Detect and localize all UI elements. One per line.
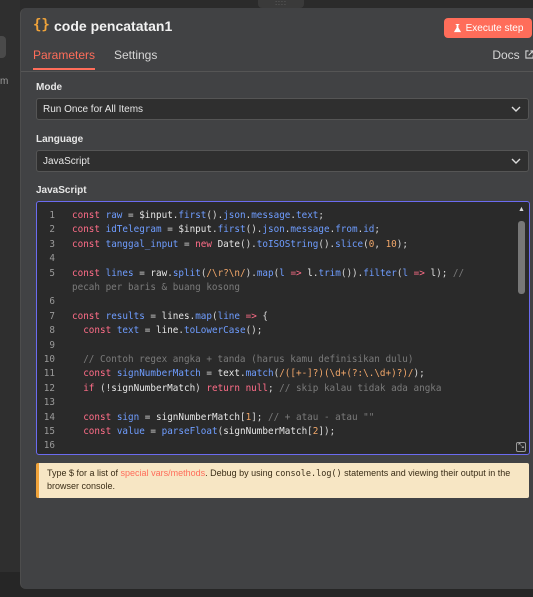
- canvas-text: m: [0, 76, 9, 87]
- code-text: const value = parseFloat(signNumberMatch…: [83, 426, 336, 437]
- chevron-down-icon: [511, 106, 521, 112]
- mode-select[interactable]: Run Once for All Items: [36, 98, 529, 120]
- line-number: 8: [49, 325, 55, 337]
- code-line[interactable]: 12 if (!signNumberMatch) return null; //…: [37, 382, 515, 396]
- code-line[interactable]: 4: [37, 252, 515, 266]
- hint-code: console.log(): [275, 469, 342, 479]
- code-text: const tanggal_input = new Date().toISOSt…: [72, 238, 408, 250]
- execute-step-label: Execute step: [465, 22, 524, 34]
- execute-step-button[interactable]: Execute step: [444, 18, 532, 38]
- code-line[interactable]: 7 const results = lines.map(line => {: [37, 310, 515, 324]
- code-text: const lines = raw.split(/\r?\n/).map(l =…: [72, 267, 465, 279]
- hint-middle: . Debug by using: [205, 468, 276, 478]
- code-text: // Contoh regex angka + tanda (harus kam…: [83, 354, 414, 365]
- line-number: 6: [49, 296, 55, 308]
- node-details-panel: {} code pencatatan1 Execute step Paramet…: [20, 8, 533, 589]
- code-line[interactable]: 3 const tanggal_input = new Date().toISOS…: [37, 238, 515, 252]
- node-title[interactable]: code pencatatan1: [54, 18, 172, 34]
- line-number: 7: [49, 310, 55, 322]
- mode-value: Run Once for All Items: [43, 103, 144, 115]
- chevron-down-icon: [511, 158, 521, 164]
- panel-header: {} code pencatatan1 Execute step: [21, 8, 533, 46]
- docs-link[interactable]: Docs: [492, 48, 533, 62]
- code-text: const signNumberMatch = text.match(/([+-…: [83, 368, 425, 380]
- hint-prefix: Type $ for a list of: [47, 468, 121, 478]
- code-line[interactable]: 5 const lines = raw.split(/\r?\n/).map(l …: [37, 267, 515, 281]
- code-text: const sign = signNumberMatch[1]; // + at…: [83, 411, 375, 423]
- canvas-node-edge: [0, 36, 6, 58]
- line-number: 15: [43, 426, 55, 437]
- code-line[interactable]: 15 const value = parseFloat(signNumberMa…: [37, 425, 515, 439]
- resize-icon[interactable]: ⤡: [516, 442, 526, 452]
- canvas-background: m: [0, 0, 20, 572]
- language-value: JavaScript: [43, 155, 90, 167]
- special-vars-link[interactable]: special vars/methods: [121, 468, 206, 478]
- code-line[interactable]: 11 const signNumberMatch = text.match(/(…: [37, 367, 515, 381]
- line-number: 9: [49, 339, 55, 351]
- external-link-icon: [525, 50, 533, 59]
- line-number: 16: [43, 440, 55, 452]
- line-number: 14: [43, 411, 55, 423]
- code-line[interactable]: 10 // Contoh regex angka + tanda (harus …: [37, 353, 515, 367]
- editor-scrollbar[interactable]: ▲: [517, 205, 526, 445]
- flask-icon: [453, 23, 461, 32]
- code-text: const results = lines.map(line => {: [72, 310, 269, 322]
- code-line[interactable]: pecah per baris & buang kosong: [37, 281, 515, 295]
- code-braces-icon: {}: [33, 17, 50, 33]
- line-number: 5: [49, 267, 55, 279]
- code-line[interactable]: 8 const text = line.toLowerCase();: [37, 324, 515, 338]
- tab-parameters[interactable]: Parameters: [33, 48, 96, 70]
- line-number: 10: [43, 354, 55, 365]
- line-number: 1: [49, 210, 55, 221]
- scroll-thumb[interactable]: [518, 221, 525, 294]
- code-editor[interactable]: 1 const raw = $input.first().json.message…: [36, 201, 530, 455]
- line-number: 3: [49, 238, 55, 250]
- line-number: 13: [43, 397, 55, 409]
- code-text: const raw = $input.first().json.message.…: [72, 210, 324, 221]
- scroll-up-icon[interactable]: ▲: [517, 205, 526, 214]
- mode-label: Mode: [36, 82, 63, 93]
- code-text: pecah per baris & buang kosong: [72, 282, 240, 293]
- code-line[interactable]: 2 const idTelegram = $input.first().json.…: [37, 223, 515, 237]
- code-line[interactable]: 13: [37, 396, 515, 410]
- code-text: const text = line.toLowerCase();: [83, 325, 263, 337]
- line-number: 12: [43, 382, 55, 394]
- language-select[interactable]: JavaScript: [36, 150, 529, 172]
- code-line[interactable]: 14 const sign = signNumberMatch[1]; // +…: [37, 411, 515, 425]
- code-text: if (!signNumberMatch) return null; // sk…: [83, 382, 442, 394]
- docs-label: Docs: [492, 48, 520, 62]
- code-label: JavaScript: [36, 185, 87, 196]
- line-number: 2: [49, 224, 55, 236]
- drag-handle[interactable]: ::::: [258, 0, 304, 8]
- line-number: 4: [49, 253, 55, 265]
- language-label: Language: [36, 134, 84, 145]
- code-line[interactable]: 9: [37, 339, 515, 353]
- code-hint: Type $ for a list of special vars/method…: [36, 463, 529, 498]
- code-line[interactable]: 6: [37, 295, 515, 309]
- code-text: const idTelegram = $input.first().json.m…: [72, 224, 380, 236]
- line-number: 11: [43, 368, 55, 380]
- code-line[interactable]: 16: [37, 439, 515, 453]
- tab-settings[interactable]: Settings: [114, 48, 157, 68]
- tab-bar: Parameters Settings Docs: [21, 44, 533, 72]
- code-line[interactable]: 1 const raw = $input.first().json.message…: [37, 209, 515, 223]
